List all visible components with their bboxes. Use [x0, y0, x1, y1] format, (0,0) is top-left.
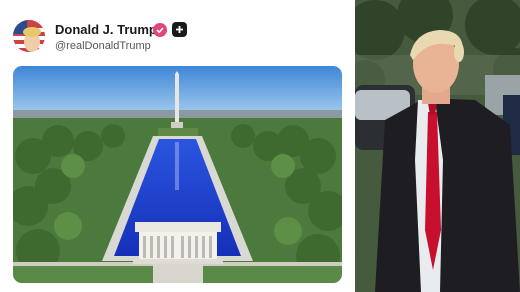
author-name[interactable]: Donald J. Trump: [55, 22, 157, 37]
speaker-video[interactable]: [355, 0, 520, 292]
author-handle[interactable]: @realDonaldTrump: [55, 40, 151, 52]
monument-illustration: [13, 66, 342, 283]
reflecting-pool-image[interactable]: [13, 66, 342, 283]
plus-badge-icon[interactable]: [172, 22, 187, 37]
avatar-image: [13, 20, 45, 52]
post-card: Donald J. Trump @realDonaldTrump: [0, 0, 355, 292]
avatar[interactable]: [13, 20, 45, 52]
speaker-video-frame: [355, 0, 520, 292]
check-badge-icon: [153, 23, 167, 37]
